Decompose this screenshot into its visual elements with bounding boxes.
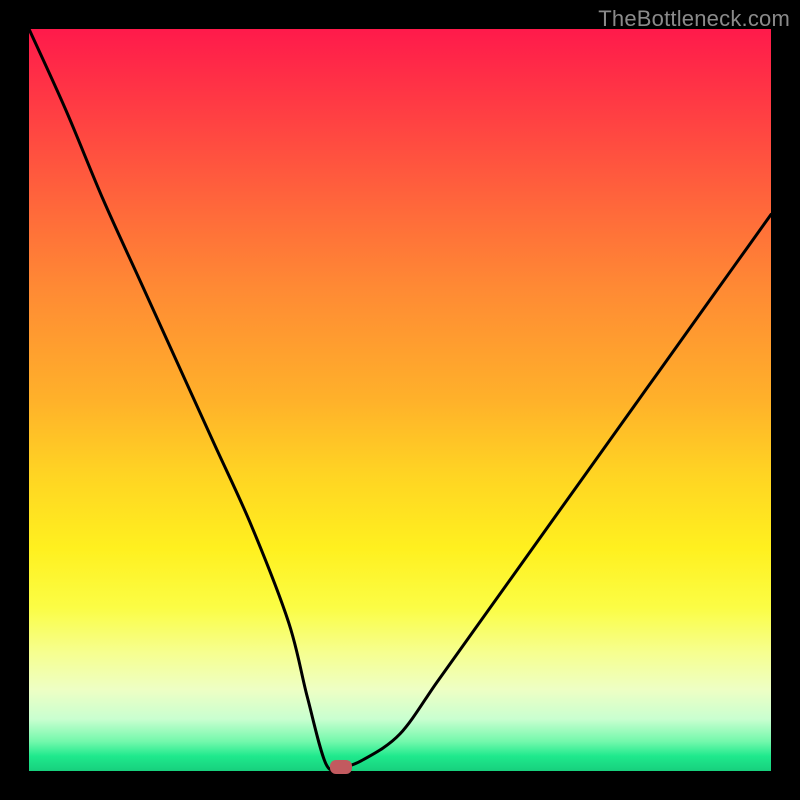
chart-frame: TheBottleneck.com (0, 0, 800, 800)
plot-area (29, 29, 771, 771)
plot-background-gradient (29, 29, 771, 771)
optimal-point-marker (330, 760, 352, 774)
